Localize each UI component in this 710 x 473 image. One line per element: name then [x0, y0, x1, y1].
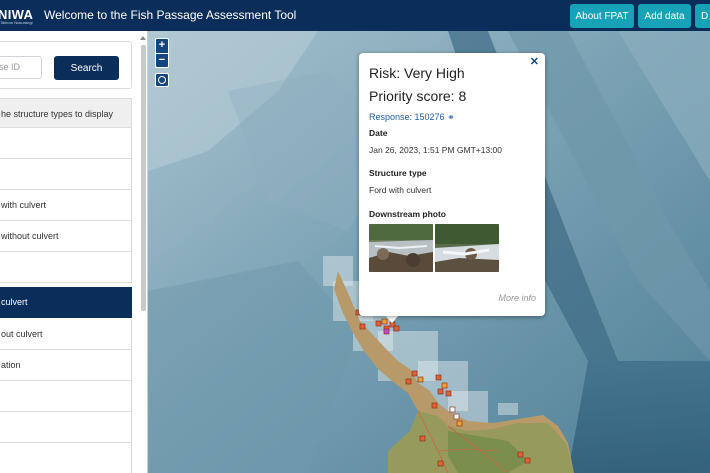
downstream-photo-2[interactable] [435, 224, 499, 272]
sidebar: se ID Search he structure types to displ… [0, 31, 148, 473]
zoom-in-button[interactable]: + [156, 39, 168, 53]
link-icon: ⚭ [447, 112, 455, 122]
sidebar-scrollbar[interactable] [141, 45, 146, 311]
search-input[interactable]: se ID [0, 56, 42, 79]
about-fpat-button[interactable]: About FPAT [570, 4, 634, 28]
zoom-control: + − [155, 38, 169, 68]
locate-button[interactable] [155, 73, 169, 87]
structure-type-item[interactable] [0, 252, 132, 283]
structure-type-item[interactable] [0, 128, 132, 159]
structure-popup: ✕ Risk: Very High Priority score: 8 Resp… [359, 53, 545, 316]
more-info-link[interactable]: More info [498, 293, 536, 303]
structure-type-label: Structure type [369, 168, 427, 178]
structure-type-value: Ford with culvert [369, 185, 432, 195]
app-root: NIWA Taihoro Nukurangi Welcome to the Fi… [0, 0, 710, 473]
structure-type-item[interactable]: without culvert [0, 221, 132, 252]
date-label: Date [369, 128, 388, 138]
logo-subtitle: Taihoro Nukurangi [0, 20, 33, 25]
app-title: Welcome to the Fish Passage Assessment T… [44, 8, 297, 22]
search-button[interactable]: Search [54, 56, 119, 80]
response-link[interactable]: Response: 150276 ⚭ [369, 112, 455, 123]
scroll-up-arrow-icon[interactable] [140, 36, 146, 40]
priority-score: Priority score: 8 [369, 88, 467, 104]
downstream-photo-label: Downstream photo [369, 209, 446, 219]
zoom-out-button[interactable]: − [156, 54, 168, 68]
response-label: Response: 150276 [369, 112, 445, 122]
structure-type-item[interactable] [0, 159, 132, 190]
downstream-photo-1[interactable] [369, 224, 433, 272]
popup-pointer [385, 315, 399, 323]
data-button[interactable]: D [695, 4, 710, 28]
structure-type-item[interactable] [0, 381, 132, 412]
close-icon[interactable]: ✕ [530, 55, 539, 68]
structure-type-item[interactable]: with culvert [0, 190, 132, 221]
risk-level: Risk: Very High [369, 65, 465, 81]
date-value: Jan 26, 2023, 1:51 PM GMT+13:00 [369, 145, 503, 155]
add-data-button[interactable]: Add data [638, 4, 691, 28]
structure-type-item-selected[interactable]: culvert [0, 287, 132, 318]
top-navbar: NIWA Taihoro Nukurangi Welcome to the Fi… [0, 0, 710, 31]
structure-type-item[interactable] [0, 443, 132, 473]
structure-type-item[interactable] [0, 412, 132, 443]
structure-type-item[interactable]: out culvert [0, 319, 132, 350]
locate-icon [158, 76, 166, 84]
structure-filter-header: he structure types to display [0, 98, 132, 128]
structure-type-item[interactable]: ation [0, 350, 132, 381]
